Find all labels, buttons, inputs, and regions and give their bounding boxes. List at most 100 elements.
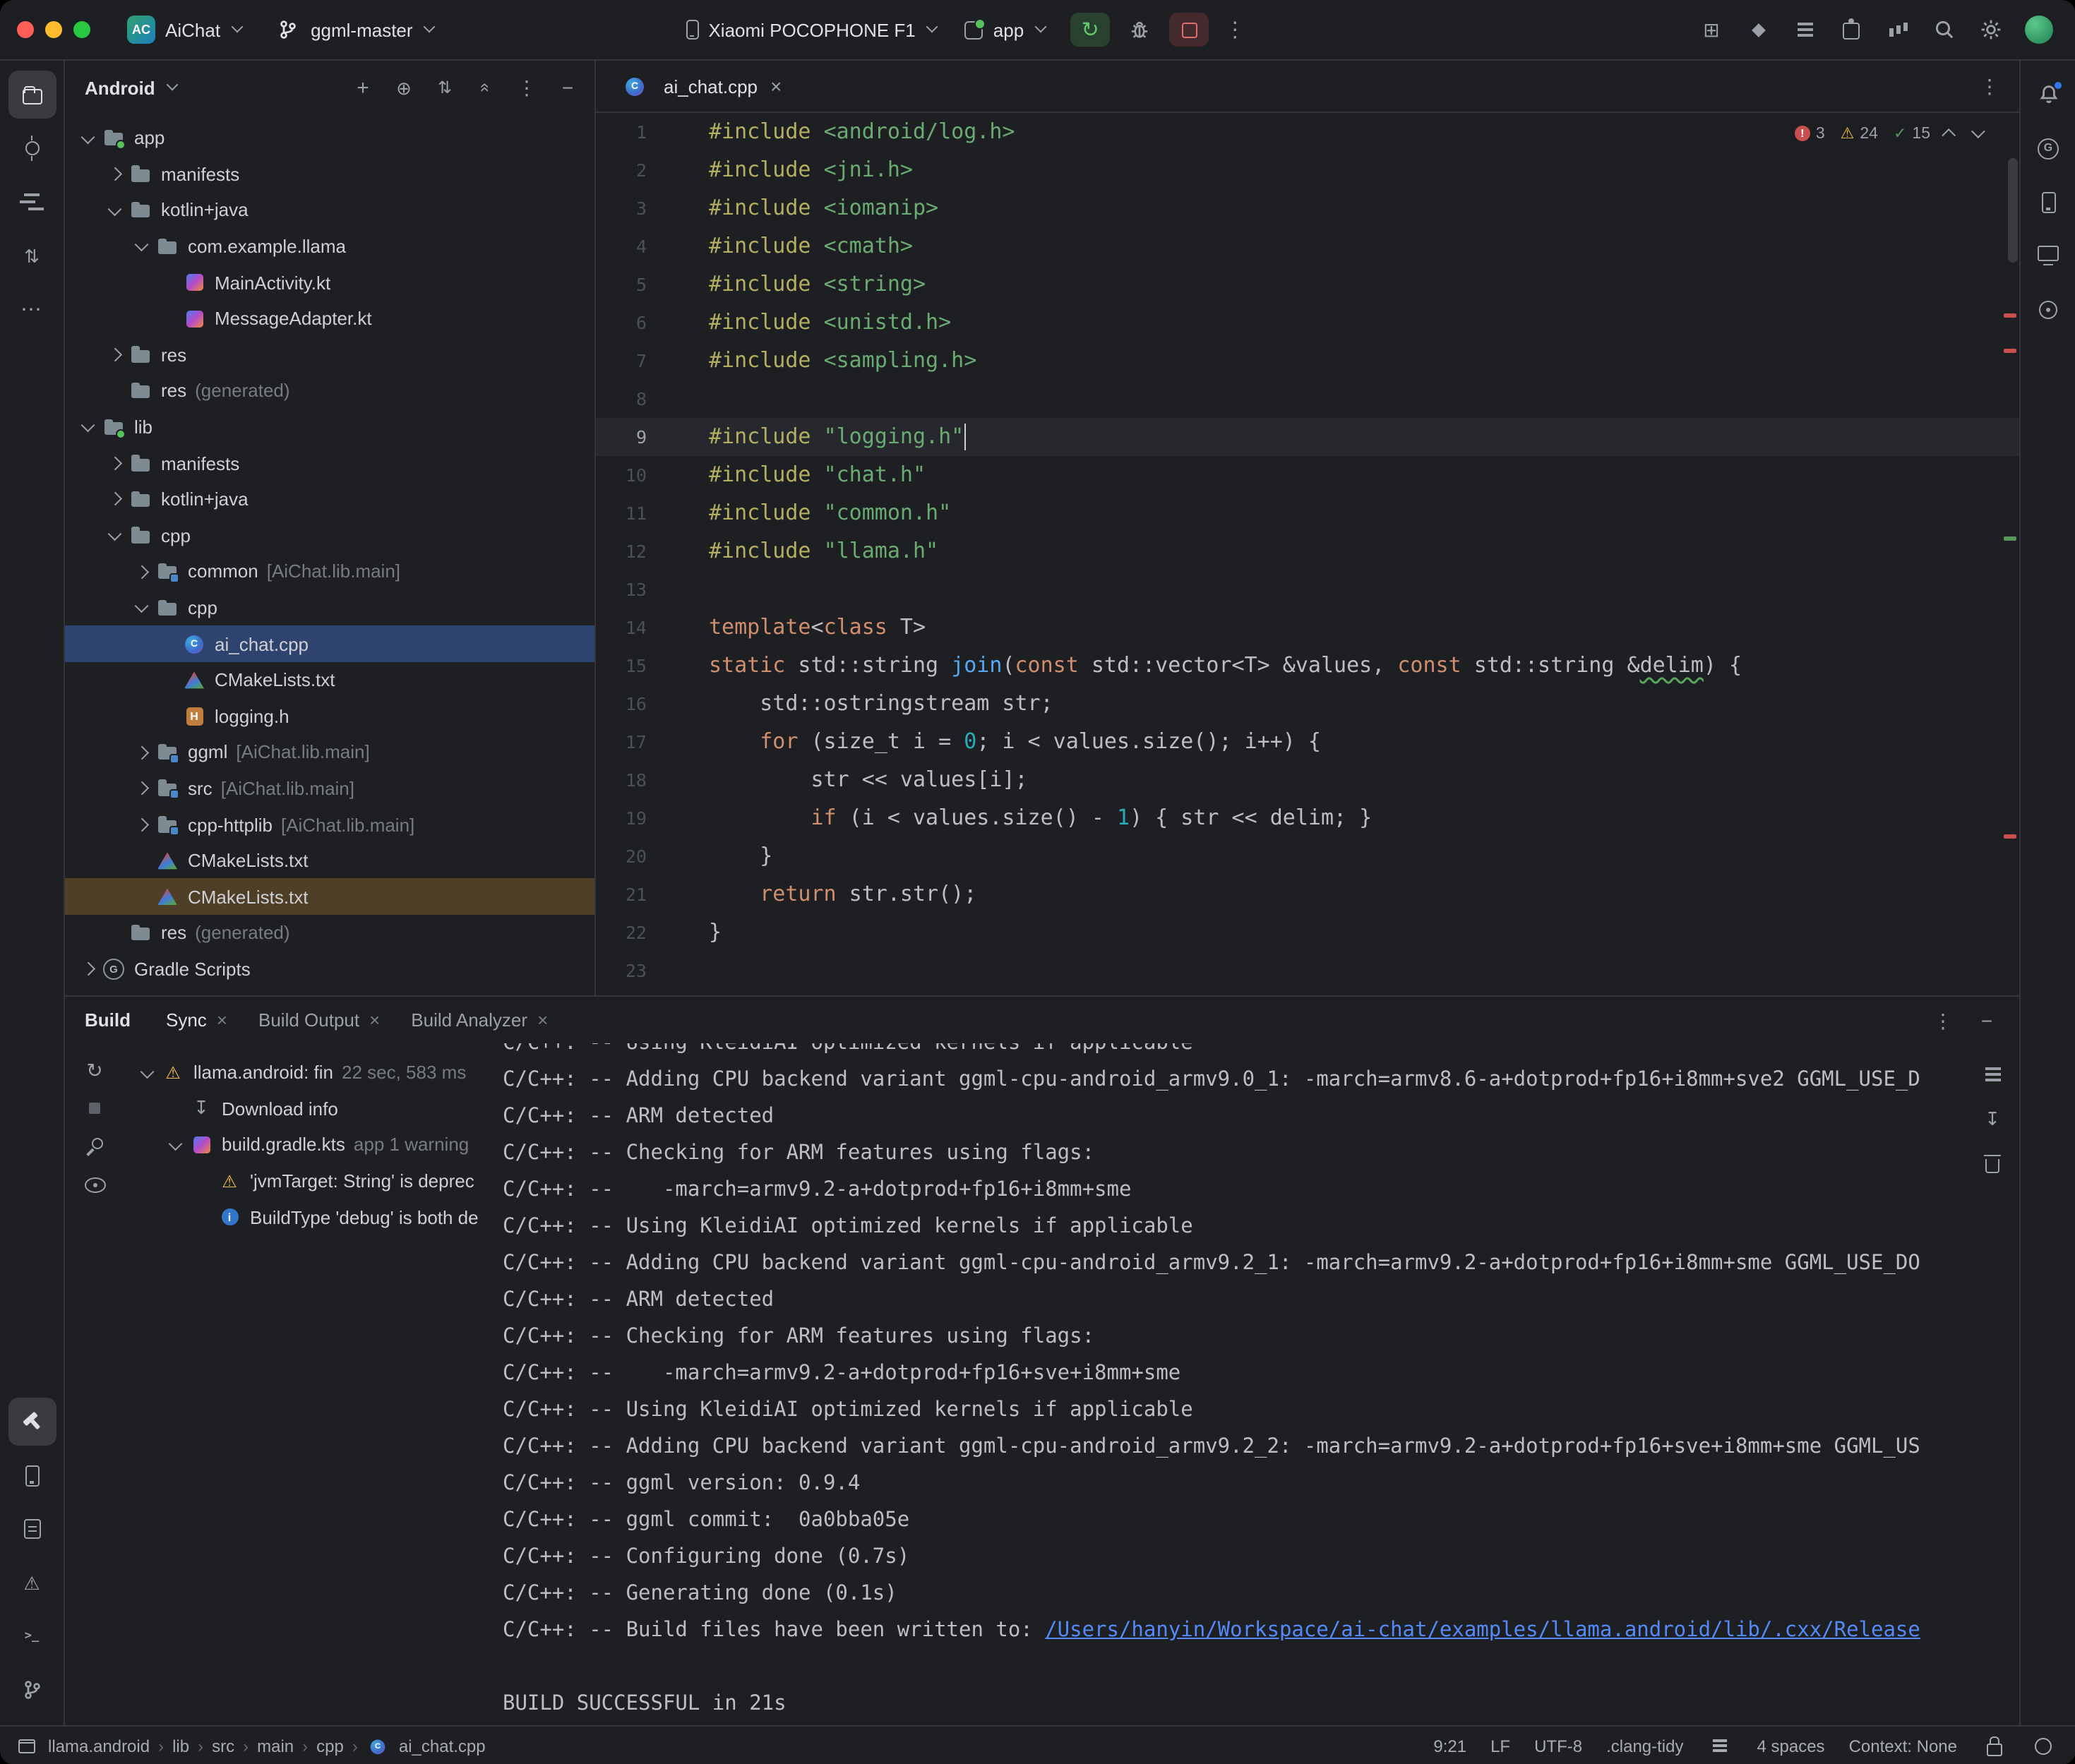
project-view-selector[interactable]: Android <box>85 77 177 98</box>
code-line[interactable]: 6#include <unistd.h> <box>596 304 2019 342</box>
prev-problem-button[interactable] <box>1942 128 1956 143</box>
warnings-badge[interactable]: ⚠ 24 <box>1841 124 1878 143</box>
project-tree-item[interactable]: kotlin+java <box>65 481 594 517</box>
code-line[interactable]: 18 str << values[i]; <box>596 761 2019 799</box>
code-line[interactable]: 7#include <sampling.h> <box>596 342 2019 380</box>
hide-icon[interactable]: − <box>555 75 580 100</box>
build-tab-build-output[interactable]: Build Output× <box>243 997 395 1043</box>
code-editor[interactable]: 1#include <android/log.h>2#include <jni.… <box>596 113 2019 995</box>
activity-logcat-button[interactable] <box>8 1505 56 1553</box>
code-line[interactable]: 20 } <box>596 837 2019 875</box>
rerun-icon[interactable]: ↻ <box>82 1057 107 1083</box>
breadcrumb-item[interactable]: main <box>257 1736 294 1756</box>
build-tree-item[interactable]: ↧Download info <box>124 1091 503 1127</box>
titlebar-todo-button[interactable] <box>1792 17 1817 42</box>
more-icon[interactable]: ⋮ <box>1930 1007 1956 1033</box>
code-line[interactable]: 10#include "chat.h" <box>596 456 2019 494</box>
minimize-window-button[interactable] <box>45 21 62 38</box>
build-console[interactable]: C/C++: -- Using KleidiAI optimized kerne… <box>503 1043 1966 1725</box>
code-line[interactable]: 9#include "logging.h" <box>596 418 2019 456</box>
status-inspection-level[interactable] <box>2031 1733 2056 1758</box>
breadcrumb-item[interactable]: cpp <box>316 1736 344 1756</box>
close-icon[interactable]: × <box>537 1009 548 1031</box>
project-tree-item[interactable]: manifests <box>65 156 594 192</box>
scroll-end-icon[interactable]: ↧ <box>1980 1105 2005 1131</box>
code-line[interactable]: 5#include <string> <box>596 265 2019 304</box>
code-line[interactable]: 4#include <cmath> <box>596 227 2019 265</box>
next-problem-button[interactable] <box>1971 124 1985 138</box>
titlebar-gemini-button[interactable] <box>1745 17 1771 42</box>
activity-structure-button[interactable] <box>8 178 56 226</box>
project-tree-item[interactable]: res(generated) <box>65 915 594 951</box>
editor-scrollbar[interactable] <box>2008 158 2018 263</box>
breadcrumb-item[interactable]: ai_chat.cpp <box>399 1736 486 1756</box>
vcs-branch-selector[interactable]: ggml-master <box>264 8 446 51</box>
project-tree-item[interactable]: cpp <box>65 589 594 625</box>
status-caret-position[interactable]: 9:21 <box>1433 1736 1466 1756</box>
status-line-separator[interactable]: LF <box>1490 1736 1510 1756</box>
titlebar-settings-button[interactable] <box>1978 17 2004 42</box>
collapse-icon[interactable]: « <box>473 75 498 100</box>
status-formatter[interactable] <box>1708 1733 1733 1758</box>
project-tree-item[interactable]: logging.h <box>65 698 594 734</box>
build-tab-build-analyzer[interactable]: Build Analyzer× <box>395 997 563 1043</box>
stop-icon[interactable] <box>82 1096 107 1121</box>
titlebar-search-button[interactable] <box>1932 17 1957 42</box>
titlebar-plugins-button[interactable] <box>1838 17 1864 42</box>
build-tab-sync[interactable]: Sync× <box>150 997 243 1043</box>
build-tree-item[interactable]: ⚠'jvmTarget: String' is deprec <box>124 1163 503 1199</box>
more-run-actions-button[interactable]: ⋮ <box>1219 17 1251 42</box>
rightbar-app-inspection-button[interactable] <box>2024 285 2072 333</box>
close-icon[interactable]: × <box>217 1009 227 1031</box>
run-configuration-selector[interactable]: app <box>954 8 1056 51</box>
activity-build-button[interactable] <box>8 1398 56 1446</box>
build-tree-item[interactable]: ⚠llama.android: fin22 sec, 583 ms <box>124 1055 503 1091</box>
status-file-encoding[interactable]: UTF-8 <box>1534 1736 1582 1756</box>
project-tree-item[interactable]: CMakeLists.txt <box>65 662 594 698</box>
rightbar-gradle-button[interactable]: G <box>2024 124 2072 172</box>
rightbar-running-devices-button[interactable] <box>2024 232 2072 280</box>
rightbar-device-manager-button[interactable] <box>2024 178 2072 226</box>
project-tree-item[interactable]: res(generated) <box>65 373 594 409</box>
code-line[interactable]: 11#include "common.h" <box>596 494 2019 532</box>
add-icon[interactable]: + <box>350 75 376 100</box>
pin-icon[interactable] <box>82 1134 107 1159</box>
preview-icon[interactable] <box>82 1172 107 1197</box>
code-line[interactable]: 12#include "llama.h" <box>596 532 2019 570</box>
project-tree-item[interactable]: app <box>65 120 594 156</box>
project-tree-item[interactable]: Gradle Scripts <box>65 951 594 987</box>
project-tree-item[interactable]: kotlin+java <box>65 192 594 228</box>
titlebar-layout-inspector-button[interactable]: ⊞ <box>1699 17 1724 42</box>
project-selector[interactable]: AC AiChat <box>116 8 253 51</box>
stop-button[interactable] <box>1169 13 1209 47</box>
project-tree-item[interactable]: cpp-httplib[AiChat.lib.main] <box>65 807 594 843</box>
rightbar-notifications-button[interactable] <box>2024 71 2072 119</box>
code-line[interactable]: 16 std::ostringstream str; <box>596 685 2019 723</box>
code-line[interactable]: 19 if (i < values.size() - 1) { str << d… <box>596 799 2019 837</box>
activity-more-h-button[interactable]: ⋯ <box>8 285 56 333</box>
more-icon[interactable]: ⋮ <box>1977 73 2002 99</box>
expand-icon[interactable]: ⇅ <box>432 75 458 100</box>
code-line[interactable]: 23 <box>596 952 2019 990</box>
breadcrumb-item[interactable]: src <box>212 1736 234 1756</box>
build-tree-item[interactable]: build.gradle.ktsapp 1 warning <box>124 1127 503 1163</box>
project-tree-item[interactable]: ai_chat.cpp <box>65 626 594 662</box>
code-line[interactable]: 2#include <jni.h> <box>596 151 2019 189</box>
project-tree-item[interactable]: com.example.llama <box>65 229 594 265</box>
activity-project-button[interactable] <box>8 71 56 119</box>
console-link[interactable]: /Users/hanyin/Workspace/ai-chat/examples… <box>1045 1619 1920 1642</box>
close-window-button[interactable] <box>17 21 34 38</box>
breadcrumb-item[interactable]: lib <box>172 1736 189 1756</box>
project-tree-item[interactable]: CMakeLists.txt <box>65 879 594 915</box>
code-line[interactable]: 3#include <iomanip> <box>596 189 2019 227</box>
passed-badge[interactable]: ✓ 15 <box>1894 124 1930 143</box>
errors-badge[interactable]: ! 3 <box>1795 125 1825 142</box>
rerun-button[interactable]: ↻ <box>1070 13 1110 47</box>
project-tree-item[interactable]: common[AiChat.lib.main] <box>65 553 594 589</box>
code-line[interactable]: 15static std::string join(const std::vec… <box>596 647 2019 685</box>
code-line[interactable]: 13 <box>596 570 2019 608</box>
build-tree-item[interactable]: BuildType 'debug' is both de <box>124 1199 503 1235</box>
code-line[interactable]: 8 <box>596 380 2019 418</box>
user-avatar[interactable] <box>2025 16 2053 44</box>
activity-commit-button[interactable] <box>8 124 56 172</box>
